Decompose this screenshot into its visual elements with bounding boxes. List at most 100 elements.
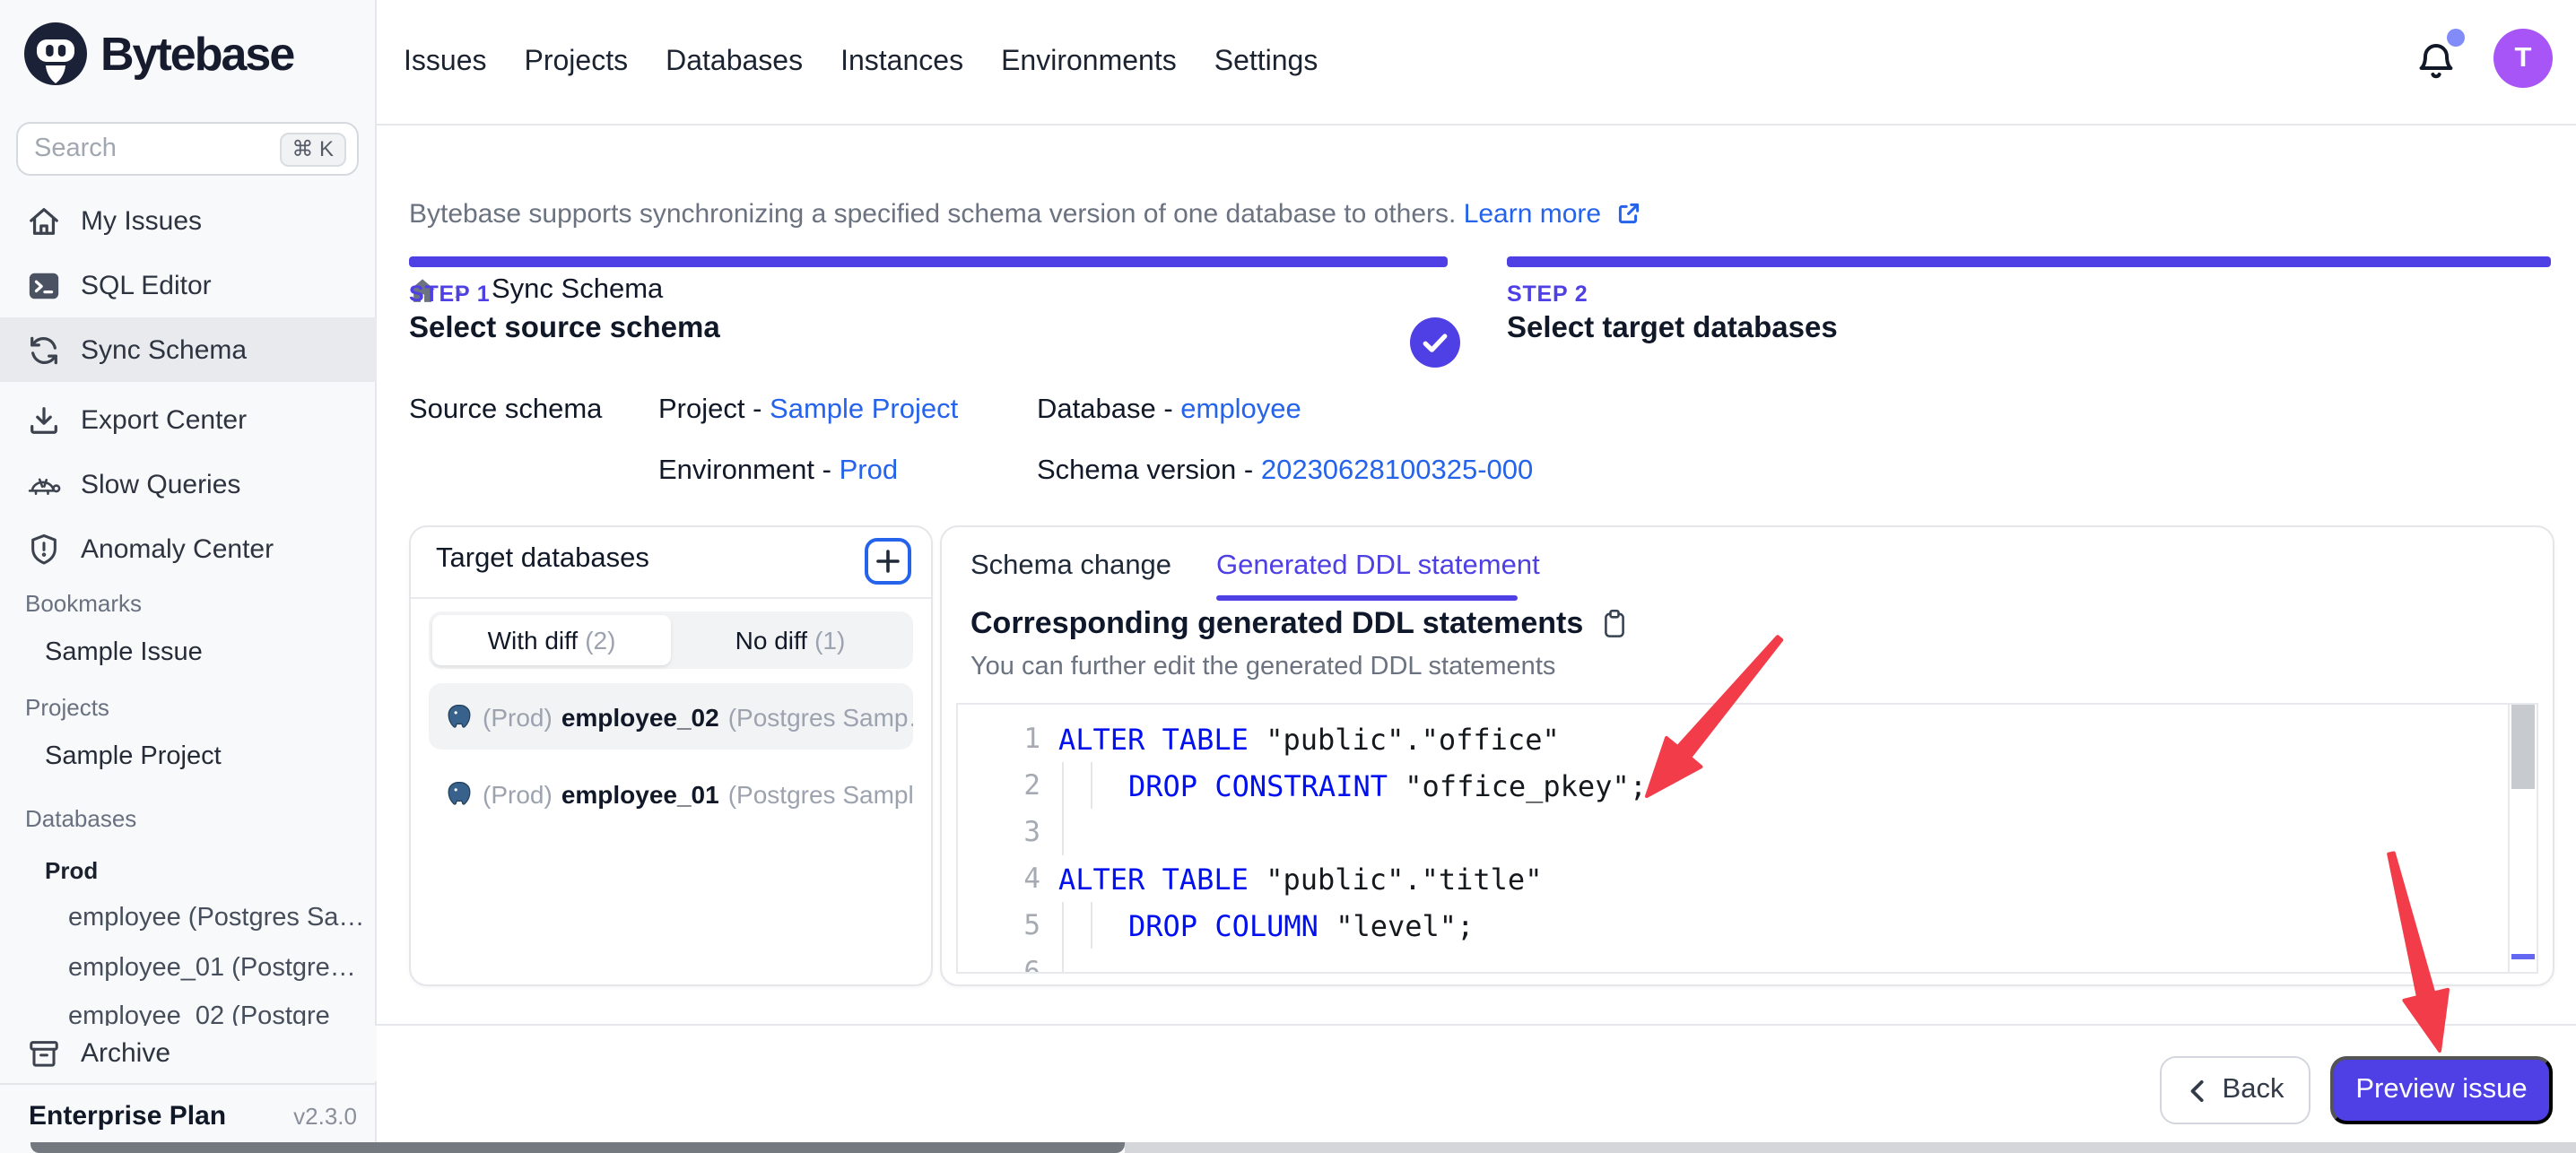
schema-version-link[interactable]: 20230628100325-000 — [1261, 455, 1533, 486]
brand-wordmark: Bytebase — [100, 26, 293, 82]
nav-settings[interactable]: Settings — [1214, 47, 1318, 79]
preview-issue-button[interactable]: Preview issue — [2330, 1056, 2553, 1124]
plan-row[interactable]: Enterprise Plan v2.3.0 — [29, 1101, 357, 1131]
external-link-icon[interactable] — [1615, 201, 1640, 226]
sidebar-item-label: SQL Editor — [81, 270, 212, 300]
postgres-icon — [445, 702, 474, 731]
sidebar-db-employee[interactable]: employee (Postgres Sa… — [68, 904, 368, 932]
ddl-panel: Schema change Generated DDL statement Co… — [940, 525, 2554, 986]
panel-divider — [411, 597, 931, 599]
step-completed-check-icon — [1410, 317, 1460, 368]
step2-title: Select target databases — [1507, 312, 1838, 346]
sidebar-item-sample-issue[interactable]: Sample Issue — [45, 638, 203, 667]
source-environment: Environment - Prod — [658, 455, 898, 488]
page-description: Bytebase supports synchronizing a specif… — [409, 199, 1640, 230]
step1-label: STEP 1 — [409, 282, 491, 307]
ddl-heading: Corresponding generated DDL statements — [970, 606, 1628, 642]
editor-scrollbar[interactable] — [2508, 705, 2537, 972]
sidebar-db-employee-01[interactable]: employee_01 (Postgre… — [68, 954, 368, 983]
target-db-row-employee-02[interactable]: (Prod) employee_02 (Postgres Samp… — [429, 683, 913, 750]
terminal-icon — [27, 268, 61, 302]
footer-divider — [377, 1024, 2576, 1026]
scrollbar-thumb[interactable] — [2511, 705, 2535, 789]
archive-icon — [27, 1036, 61, 1071]
tab-schema-change[interactable]: Schema change — [970, 550, 1171, 583]
code-line: 3 — [958, 809, 2537, 855]
section-projects: Projects — [25, 694, 109, 721]
step2-label: STEP 2 — [1507, 282, 1588, 307]
target-databases-panel: Target databases With diff (2) No diff (… — [409, 525, 933, 986]
topbar: Issues Projects Databases Instances Envi… — [377, 0, 2576, 126]
nav-projects[interactable]: Projects — [525, 47, 629, 79]
breadcrumb-title: Sync Schema — [492, 274, 663, 307]
app-window: Bytebase Search ⌘ K My Issues SQL Editor… — [0, 0, 2576, 1153]
code-line: 4 ALTER TABLE "public"."title" — [958, 855, 2537, 902]
sidebar-db-employee-02[interactable]: employee_02 (Postgre — [68, 1002, 368, 1026]
postgres-icon — [445, 779, 474, 808]
home-icon — [27, 204, 61, 238]
target-db-row-employee-01[interactable]: (Prod) employee_01 (Postgres Sampl… — [429, 760, 913, 827]
back-button[interactable]: Back — [2160, 1056, 2311, 1124]
code-line: 1 ALTER TABLE "public"."office" — [958, 715, 2537, 762]
add-target-database-button[interactable] — [865, 538, 911, 585]
section-bookmarks: Bookmarks — [25, 590, 142, 617]
scrollbar-overview-mark — [2511, 954, 2535, 959]
tab-no-diff[interactable]: No diff (1) — [671, 615, 909, 665]
window-bottom-edge-light — [1125, 1142, 2576, 1153]
sidebar-item-sample-project[interactable]: Sample Project — [45, 742, 222, 771]
sidebar-item-archive[interactable]: Archive — [0, 1026, 377, 1081]
source-schema-version: Schema version - 20230628100325-000 — [1037, 455, 1533, 488]
sidebar-item-label: Sync Schema — [81, 334, 247, 365]
sidebar-item-sync-schema[interactable]: Sync Schema — [0, 317, 377, 382]
target-panel-title: Target databases — [436, 543, 649, 576]
active-tab-underline — [1216, 595, 1518, 600]
sidebar: Bytebase Search ⌘ K My Issues SQL Editor… — [0, 0, 377, 1153]
sidebar-item-slow-queries[interactable]: Slow Queries — [0, 452, 377, 516]
sidebar-item-export-center[interactable]: Export Center — [0, 387, 377, 452]
search-input[interactable]: Search ⌘ K — [16, 122, 359, 176]
notification-dot — [2447, 29, 2465, 47]
avatar[interactable]: T — [2493, 29, 2553, 88]
nav-databases[interactable]: Databases — [666, 47, 803, 79]
ddl-code-editor[interactable]: 1 ALTER TABLE "public"."office" 2 DROP C… — [956, 703, 2538, 974]
tab-with-diff[interactable]: With diff (2) — [432, 615, 671, 665]
bytebase-logo-icon — [23, 22, 88, 86]
turtle-icon — [27, 467, 61, 501]
tab-generated-ddl-statement[interactable]: Generated DDL statement — [1216, 550, 1540, 583]
sidebar-item-anomaly-center[interactable]: Anomaly Center — [0, 516, 377, 581]
shield-icon — [27, 532, 61, 566]
database-link[interactable]: employee — [1180, 394, 1301, 425]
sidebar-item-label: Anomaly Center — [81, 533, 274, 564]
environment-link[interactable]: Prod — [840, 455, 899, 486]
code-line: 5 DROP COLUMN "level"; — [958, 902, 2537, 949]
learn-more-link[interactable]: Learn more — [1464, 199, 1601, 230]
code-line: 6 — [958, 949, 2537, 974]
search-placeholder: Search — [34, 134, 279, 163]
section-databases: Databases — [25, 805, 136, 832]
main-content: › Sync Schema Bytebase supports synchron… — [377, 126, 2576, 1153]
step2-progress-bar — [1507, 256, 2551, 266]
sidebar-item-label: My Issues — [81, 205, 202, 236]
nav-issues[interactable]: Issues — [404, 47, 487, 79]
ddl-subheading: You can further edit the generated DDL s… — [970, 653, 1555, 681]
plan-name: Enterprise Plan — [29, 1101, 226, 1131]
source-database: Database - employee — [1037, 394, 1301, 427]
bytebase-logo[interactable]: Bytebase — [23, 22, 293, 86]
nav-environments[interactable]: Environments — [1001, 47, 1177, 79]
copy-icon[interactable] — [1599, 608, 1628, 640]
code-line: 2 DROP CONSTRAINT "office_pkey"; — [958, 762, 2537, 809]
sidebar-item-sql-editor[interactable]: SQL Editor — [0, 253, 377, 317]
chevron-left-icon — [2187, 1079, 2210, 1102]
notifications-bell-icon[interactable] — [2415, 39, 2458, 82]
nav-instances[interactable]: Instances — [840, 47, 963, 79]
top-navigation: Issues Projects Databases Instances Envi… — [404, 0, 1318, 126]
source-project: Project - Sample Project — [658, 394, 958, 427]
step1-title: Select source schema — [409, 312, 720, 346]
project-link[interactable]: Sample Project — [770, 394, 958, 425]
download-icon — [27, 403, 61, 437]
plan-version: v2.3.0 — [293, 1103, 357, 1130]
sidebar-item-my-issues[interactable]: My Issues — [0, 188, 377, 253]
sidebar-item-label: Export Center — [81, 404, 247, 435]
sidebar-footer-divider — [0, 1083, 377, 1085]
sidebar-item-label: Archive — [81, 1038, 170, 1069]
